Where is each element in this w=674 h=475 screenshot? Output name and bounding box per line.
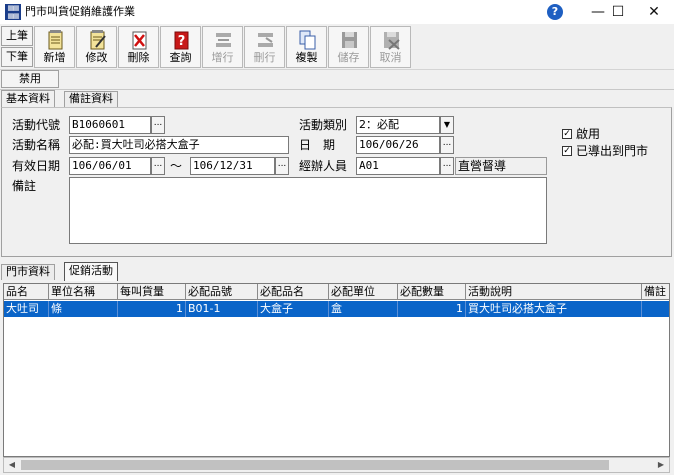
horizontal-scrollbar[interactable]: ◀ ▶ xyxy=(3,457,670,473)
column-header[interactable]: 備註 xyxy=(642,284,669,300)
table-cell[interactable]: 條 xyxy=(49,301,118,317)
category-dropdown-button[interactable]: ▼ xyxy=(440,116,454,134)
table-cell[interactable] xyxy=(642,301,669,317)
date-picker-button[interactable]: ... xyxy=(440,136,454,154)
column-header[interactable]: 必配品名 xyxy=(258,284,329,300)
maximize-button[interactable]: ☐ xyxy=(598,0,638,24)
table-cell[interactable]: B01-1 xyxy=(186,301,258,317)
edit-button[interactable]: 修改 xyxy=(76,26,117,68)
valid-to-picker-button[interactable]: ... xyxy=(275,157,289,175)
copy-button-label: 複製 xyxy=(295,51,318,64)
exported-checkbox[interactable]: ✓ xyxy=(562,146,572,156)
valid-date-label: 有效日期 xyxy=(12,159,61,173)
tab-remark-info[interactable]: 備註資料 xyxy=(64,91,118,107)
promotion-grid: 品名 單位名稱 每叫貨量 必配品號 必配品名 必配單位 必配數量 活動說明 備註… xyxy=(3,283,670,457)
add-row-icon xyxy=(216,33,231,47)
copy-icon xyxy=(299,30,316,50)
table-cell[interactable]: 1 xyxy=(118,301,186,317)
next-record-button[interactable]: 下筆 xyxy=(1,47,33,67)
notepad-add-icon xyxy=(48,30,63,50)
delete-row-button-label: 刪行 xyxy=(253,51,276,64)
handler-lookup-button[interactable]: ... xyxy=(440,157,454,175)
add-button[interactable]: 新增 xyxy=(34,26,75,68)
question-icon: ? xyxy=(174,31,189,50)
delete-button[interactable]: 刪除 xyxy=(118,26,159,68)
add-row-button-label: 增行 xyxy=(211,51,234,64)
save-button[interactable]: 儲存 xyxy=(328,26,369,68)
floppy-icon xyxy=(342,32,357,48)
svg-text:?: ? xyxy=(178,34,186,49)
help-icon[interactable]: ? xyxy=(547,4,563,20)
column-header[interactable]: 品名 xyxy=(4,284,49,300)
remark-textarea[interactable] xyxy=(69,177,547,244)
notepad-edit-icon xyxy=(90,30,106,50)
edit-button-label: 修改 xyxy=(85,51,108,64)
delete-button-label: 刪除 xyxy=(127,51,150,64)
title-bar: ▦▦ ▦▦ 門市叫貨促銷維護作業 ? — ☐ ✕ xyxy=(0,0,674,24)
enable-label: 啟用 xyxy=(576,127,601,141)
activity-name-field[interactable]: 必配:買大吐司必搭大盒子 xyxy=(69,136,289,154)
table-cell[interactable]: 買大吐司必搭大盒子 xyxy=(466,301,642,317)
delete-row-button[interactable]: 刪行 xyxy=(244,26,285,68)
divider xyxy=(0,89,674,90)
window-title: 門市叫貨促銷維護作業 xyxy=(25,5,135,18)
scrollbar-thumb[interactable] xyxy=(21,460,609,470)
cancel-button[interactable]: 取消 xyxy=(370,26,411,68)
category-label: 活動類別 xyxy=(299,118,348,132)
column-header[interactable]: 單位名稱 xyxy=(49,284,118,300)
category-select[interactable]: 2：必配 xyxy=(356,116,440,134)
date-label: 日 期 xyxy=(299,138,336,152)
close-button[interactable]: ✕ xyxy=(634,0,674,24)
column-header[interactable]: 必配品號 xyxy=(186,284,258,300)
scroll-right-icon[interactable]: ▶ xyxy=(653,458,669,472)
handler-field[interactable]: A01 xyxy=(356,157,440,175)
tab-store-info[interactable]: 門市資料 xyxy=(1,264,55,280)
add-row-button[interactable]: 增行 xyxy=(202,26,243,68)
copy-button[interactable]: 複製 xyxy=(286,26,327,68)
enable-checkbox[interactable]: ✓ xyxy=(562,129,572,139)
table-cell[interactable]: 大盒子 xyxy=(258,301,329,317)
tab-basic-info[interactable]: 基本資料 xyxy=(1,90,55,108)
valid-from-picker-button[interactable]: ... xyxy=(151,157,165,175)
valid-to-field[interactable]: 106/12/31 xyxy=(190,157,275,175)
activity-code-lookup-button[interactable]: ... xyxy=(151,116,165,134)
column-header[interactable]: 必配單位 xyxy=(329,284,398,300)
activity-code-label: 活動代號 xyxy=(12,118,61,132)
delete-row-icon xyxy=(258,33,273,47)
add-button-label: 新增 xyxy=(43,51,66,64)
handler-label: 經辦人員 xyxy=(299,159,348,173)
exported-label: 已導出到門市 xyxy=(576,144,649,158)
tab-promotion[interactable]: 促銷活動 xyxy=(64,262,118,281)
handler-name-display: 直營督導 xyxy=(455,157,547,175)
cancel-button-label: 取消 xyxy=(379,51,402,64)
column-header[interactable]: 每叫貨量 xyxy=(118,284,186,300)
prev-record-button[interactable]: 上筆 xyxy=(1,26,33,46)
table-cell[interactable]: 盒 xyxy=(329,301,398,317)
disable-button[interactable]: 禁用 xyxy=(1,70,59,88)
column-header[interactable]: 活動說明 xyxy=(466,284,642,300)
query-button[interactable]: ? 查詢 xyxy=(160,26,201,68)
table-cell[interactable]: 1 xyxy=(398,301,466,317)
activity-name-label: 活動名稱 xyxy=(12,138,61,152)
remark-label: 備註 xyxy=(12,179,37,193)
query-button-label: 查詢 xyxy=(169,51,192,64)
scroll-left-icon[interactable]: ◀ xyxy=(4,458,20,472)
toolbar: 上筆 下筆 新增 修改 刪除 ? 查詢 增行 刪行 複製 儲存 取消 xyxy=(0,24,674,70)
save-button-label: 儲存 xyxy=(337,51,360,64)
app-icon: ▦▦ ▦▦ xyxy=(5,4,21,20)
delete-x-icon xyxy=(132,31,147,50)
column-header[interactable]: 必配數量 xyxy=(398,284,466,300)
valid-from-field[interactable]: 106/06/01 xyxy=(69,157,151,175)
cancel-icon xyxy=(384,32,400,50)
date-field[interactable]: 106/06/26 xyxy=(356,136,440,154)
date-range-separator: ～ xyxy=(170,159,183,173)
table-cell[interactable]: 大吐司 xyxy=(4,301,49,317)
activity-code-field[interactable]: B1060601 xyxy=(69,116,151,134)
